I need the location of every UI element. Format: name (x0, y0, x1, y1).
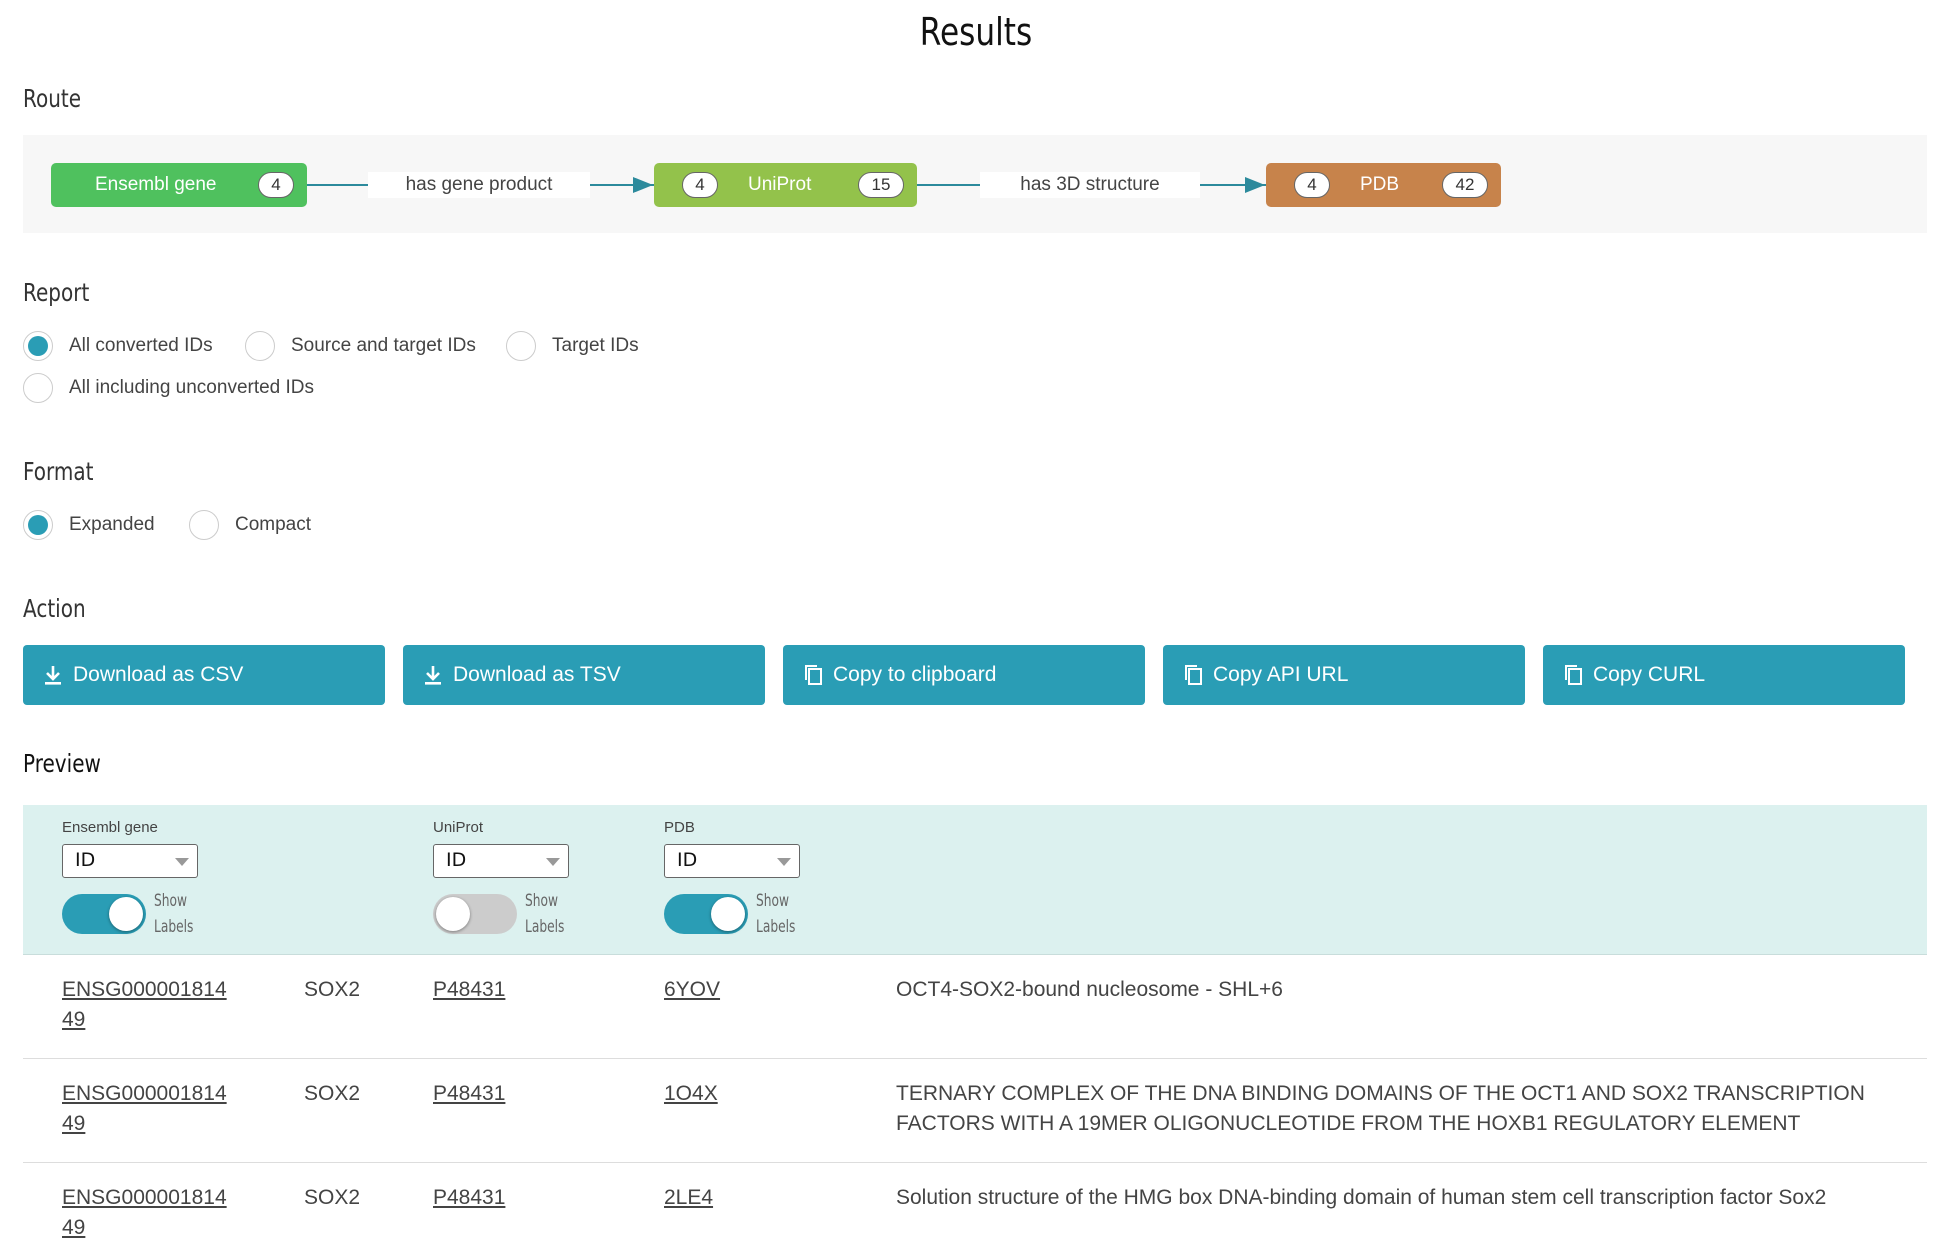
radio-button[interactable] (23, 373, 53, 403)
node-count: 4 (258, 172, 294, 198)
select-value: ID (446, 849, 467, 871)
column-select[interactable]: ID (664, 844, 800, 878)
button-label: Download as CSV (73, 663, 244, 686)
radio-label: All including unconverted IDs (69, 377, 315, 398)
report-heading: Report (23, 278, 90, 307)
copy-icon (1561, 663, 1585, 687)
show-labels-toggle[interactable] (433, 894, 517, 934)
toggle-label: Show Labels (525, 891, 565, 937)
gene-label: SOX2 (304, 978, 361, 1001)
table-row: ENSG00000181449 SOX2 P48431 1O4X TERNARY… (23, 1060, 1927, 1163)
show-labels-toggle[interactable] (62, 894, 146, 934)
radio-button[interactable] (189, 510, 219, 540)
column-select[interactable]: ID (433, 844, 569, 878)
button-label: Copy CURL (1593, 663, 1706, 686)
arrow-icon (633, 177, 653, 193)
column-name: PDB (664, 819, 695, 836)
pdb-description: TERNARY COMPLEX OF THE DNA BINDING DOMAI… (896, 1082, 1865, 1135)
column-control-pdb: PDB ID Show Labels (664, 819, 806, 940)
radio-label: Compact (235, 514, 312, 535)
chevron-down-icon (175, 858, 189, 866)
ensembl-link[interactable]: ENSG00000181449 (62, 1082, 227, 1135)
toggle-label: Show Labels (756, 891, 796, 937)
ensembl-link[interactable]: ENSG00000181449 (62, 1186, 227, 1239)
node-count: 4 (682, 172, 718, 198)
download-icon (421, 663, 445, 687)
copy-api-url-button[interactable]: Copy API URL (1163, 645, 1525, 705)
pdb-link[interactable]: 6YOV (664, 978, 720, 1001)
radio-expanded[interactable]: Expanded (23, 510, 155, 540)
table-row: ENSG00000181449 SOX2 P48431 2LE4 Solutio… (23, 1164, 1927, 1254)
copy-icon (801, 663, 825, 687)
radio-button[interactable] (506, 331, 536, 361)
pdb-link[interactable]: 2LE4 (664, 1186, 713, 1209)
radio-label: Source and target IDs (291, 335, 476, 356)
radio-target[interactable]: Target IDs (506, 331, 639, 361)
button-label: Copy to clipboard (833, 663, 997, 686)
ensembl-link[interactable]: ENSG00000181449 (62, 978, 227, 1031)
radio-compact[interactable]: Compact (189, 510, 311, 540)
action-heading: Action (23, 594, 86, 623)
download-tsv-button[interactable]: Download as TSV (403, 645, 765, 705)
chevron-down-icon (546, 858, 560, 866)
copy-icon (1181, 663, 1205, 687)
gene-label: SOX2 (304, 1082, 361, 1105)
page-title: Results (919, 10, 1033, 54)
route-diagram: Ensembl gene 4 has gene product 4 UniPro… (23, 135, 1927, 233)
radio-label: Target IDs (552, 335, 639, 356)
table-row: ENSG00000181449 SOX2 P48431 6YOV OCT4-SO… (23, 956, 1927, 1059)
radio-label: Expanded (69, 514, 155, 535)
node-count: 4 (1294, 172, 1330, 198)
column-select[interactable]: ID (62, 844, 198, 878)
toggle-knob (436, 897, 470, 931)
toggle-knob (109, 897, 143, 931)
pdb-link[interactable]: 1O4X (664, 1082, 718, 1105)
uniprot-link[interactable]: P48431 (433, 1186, 505, 1209)
toggle-label: Show Labels (154, 891, 194, 937)
route-node-ensembl[interactable]: Ensembl gene 4 (51, 163, 307, 207)
node-label: PDB (1360, 174, 1400, 195)
node-label: UniProt (748, 174, 812, 195)
button-label: Copy API URL (1213, 663, 1349, 686)
select-value: ID (677, 849, 698, 871)
gene-label: SOX2 (304, 1186, 361, 1209)
download-csv-button[interactable]: Download as CSV (23, 645, 385, 705)
select-value: ID (75, 849, 96, 871)
node-label: Ensembl gene (95, 174, 217, 195)
radio-button[interactable] (245, 331, 275, 361)
show-labels-toggle[interactable] (664, 894, 748, 934)
copy-curl-button[interactable]: Copy CURL (1543, 645, 1905, 705)
pdb-description: OCT4-SOX2-bound nucleosome - SHL+6 (896, 978, 1283, 1001)
button-label: Download as TSV (453, 663, 621, 686)
radio-all-unconverted[interactable]: All including unconverted IDs (23, 373, 314, 403)
column-control-ensembl: Ensembl gene ID Show Labels (62, 819, 204, 940)
format-heading: Format (23, 457, 94, 486)
column-name: Ensembl gene (62, 819, 158, 836)
toggle-knob (711, 897, 745, 931)
arrow-icon (1245, 177, 1265, 193)
radio-all-converted[interactable]: All converted IDs (23, 331, 213, 361)
radio-label: All converted IDs (69, 335, 213, 356)
column-control-uniprot: UniProt ID Show Labels (433, 819, 575, 940)
preview-heading: Preview (23, 749, 101, 778)
radio-source-target[interactable]: Source and target IDs (245, 331, 476, 361)
download-icon (41, 663, 65, 687)
column-name: UniProt (433, 819, 484, 836)
route-heading: Route (23, 84, 82, 113)
uniprot-link[interactable]: P48431 (433, 978, 505, 1001)
route-node-uniprot[interactable]: 4 UniProt 15 (654, 163, 917, 207)
radio-button[interactable] (23, 331, 53, 361)
uniprot-link[interactable]: P48431 (433, 1082, 505, 1105)
node-count: 42 (1442, 172, 1488, 198)
edge-label: has 3D structure (980, 172, 1200, 198)
route-node-pdb[interactable]: 4 PDB 42 (1266, 163, 1501, 207)
radio-button[interactable] (23, 510, 53, 540)
chevron-down-icon (777, 858, 791, 866)
node-count: 15 (858, 172, 904, 198)
edge-label: has gene product (368, 172, 590, 198)
preview-header: Ensembl gene ID Show Labels UniProt ID S… (23, 805, 1927, 955)
copy-clipboard-button[interactable]: Copy to clipboard (783, 645, 1145, 705)
pdb-description: Solution structure of the HMG box DNA-bi… (896, 1186, 1827, 1209)
